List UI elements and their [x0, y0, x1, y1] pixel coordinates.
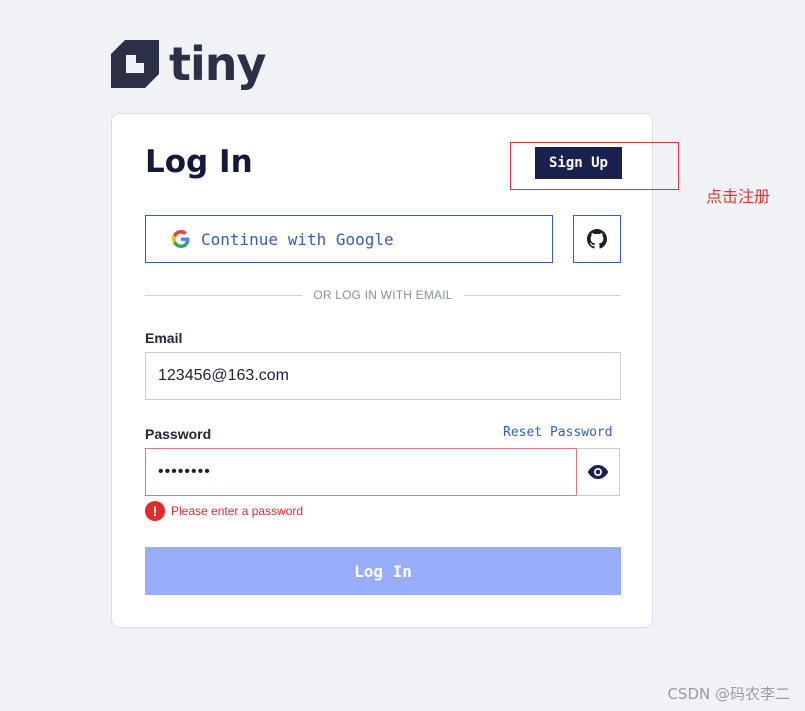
page-title: Log In	[145, 144, 253, 180]
watermark: CSDN @码农李二	[667, 685, 790, 703]
eye-icon	[587, 465, 609, 479]
google-button-label: Continue with Google	[201, 229, 394, 249]
password-label: Password	[145, 426, 212, 442]
error-text: Please enter a password	[171, 504, 304, 518]
log-in-button[interactable]: Log In	[145, 547, 621, 595]
tiny-logo: tiny	[111, 38, 266, 90]
email-field[interactable]	[145, 352, 621, 400]
show-password-button[interactable]	[576, 448, 620, 496]
password-error: ! Please enter a password	[145, 501, 303, 521]
reset-password-link[interactable]: Reset Password	[503, 425, 613, 440]
github-login-button[interactable]	[573, 215, 621, 263]
password-field[interactable]	[145, 448, 577, 496]
continue-with-google-button[interactable]: Continue with Google	[145, 215, 553, 263]
divider-text: OR LOG IN WITH EMAIL	[313, 288, 453, 302]
google-icon	[172, 230, 190, 248]
annotation-highlight-box	[510, 142, 679, 190]
github-icon	[587, 229, 607, 249]
login-card: Log In Sign Up Continue with Google OR L…	[111, 113, 653, 628]
tiny-logo-icon	[111, 40, 159, 88]
logo-text: tiny	[169, 37, 266, 91]
error-icon: !	[145, 501, 165, 521]
email-label: Email	[145, 330, 183, 346]
or-divider: OR LOG IN WITH EMAIL	[145, 286, 622, 304]
annotation-text: 点击注册	[706, 187, 771, 206]
